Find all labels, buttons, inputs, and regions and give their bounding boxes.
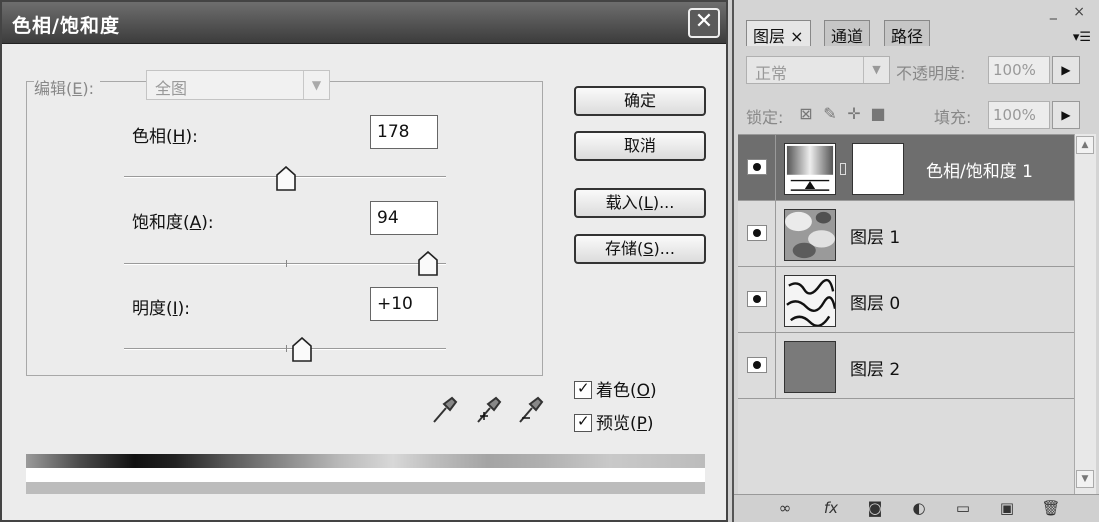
layer-list-scrollbar[interactable]: ▲ ▼ [1074,134,1096,494]
lightness-input[interactable]: +10 [370,287,438,321]
preview-checkbox[interactable]: 预览(P) [574,409,654,434]
edit-select-value: 全图 [155,79,188,98]
saturation-slider-track[interactable] [124,260,446,267]
saturation-input[interactable]: 94 [370,201,438,235]
chain-link-icon[interactable] [840,163,846,175]
layer-name: 图层 2 [850,360,901,380]
layer-row[interactable]: 图层 1 [738,201,1074,267]
load-button[interactable]: 载入(L)... [574,188,706,218]
blend-mode-select[interactable]: 正常 ▼ [746,56,890,84]
input-color-bar [26,454,705,468]
panel-menu-icon[interactable]: ▾☰ [1073,30,1091,45]
checkbox-checked-icon [574,412,592,432]
layer-row[interactable]: 图层 2 [738,333,1074,399]
lock-all-icon[interactable]: ■ [868,104,888,124]
eye-icon [747,159,767,175]
tab-paths[interactable]: 路径 [884,20,931,46]
fill-arrow-icon[interactable]: ▶ [1052,101,1080,129]
eye-icon [747,225,767,241]
layer-thumbnail [784,341,836,393]
layer-thumbnail [784,209,836,261]
eye-icon [747,357,767,373]
chevron-down-icon: ▼ [303,71,329,99]
eye-icon [747,291,767,307]
adjustment-thumbnail [784,143,836,195]
dialog-titlebar[interactable]: 色相/饱和度 ✕ [2,2,726,44]
scroll-up-icon[interactable]: ▲ [1076,136,1094,154]
saturation-label: 饱和度(A): [132,213,214,233]
adjustment-groupbox [26,81,543,376]
opacity-label: 不透明度: [896,64,966,83]
lock-transparency-icon[interactable]: ⊠ [796,104,816,124]
trash-icon[interactable]: 🗑 [1040,499,1062,519]
saturation-slider-thumb[interactable] [417,251,439,277]
folder-icon[interactable]: ▭ [952,499,974,519]
layer-name: 色相/饱和度 1 [926,162,1033,182]
fill-input[interactable]: 100% [988,101,1050,129]
ok-button[interactable]: 确定 [574,86,706,116]
lightness-slider-thumb[interactable] [291,337,313,363]
opacity-input[interactable]: 100% [988,56,1050,84]
layer-name: 图层 1 [850,228,901,248]
visibility-toggle[interactable] [738,333,776,399]
save-button[interactable]: 存储(S)... [574,234,706,264]
bar-separator [26,468,705,482]
layer-thumbnail [784,275,836,327]
slider-tick [286,345,287,352]
dialog-title: 色相/饱和度 [12,15,120,37]
checkbox-checked-icon [574,379,592,399]
tab-layers[interactable]: 图层 × [746,20,811,46]
chevron-down-icon: ▼ [863,57,889,83]
layers-bottom-toolbar: ∞ fx ◙ ◐ ▭ ▣ 🗑 [734,494,1099,522]
layer-row[interactable]: 色相/饱和度 1 [738,135,1074,201]
opacity-arrow-icon[interactable]: ▶ [1052,56,1080,84]
hue-saturation-dialog: 色相/饱和度 ✕ 编辑(E): 全图 ▼ 色相(H): 178 饱和度(A): … [0,0,728,522]
mask-icon[interactable]: ◙ [864,499,886,519]
hue-input[interactable]: 178 [370,115,438,149]
lock-brush-icon[interactable]: ✎ [820,104,840,124]
lightness-slider-track[interactable] [124,345,446,352]
blend-mode-value: 正常 [755,64,788,83]
new-layer-icon[interactable]: ▣ [996,499,1018,519]
edit-label: 编辑(E): [34,75,100,99]
output-color-bar [26,482,705,494]
fill-label: 填充: [934,108,972,127]
layer-mask-thumbnail[interactable] [852,143,904,195]
hue-label: 色相(H): [132,127,198,147]
lock-label: 锁定: [746,108,784,127]
layer-name: 图层 0 [850,294,901,314]
layer-row[interactable]: 图层 0 [738,267,1074,333]
fx-icon[interactable]: fx [820,499,842,519]
adjustment-icon[interactable]: ◐ [908,499,930,519]
layers-panel: _ × 图层 × 通道 路径 ▾☰ 正常 ▼ 不透明度: 100% ▶ 锁定: … [732,0,1099,522]
visibility-toggle[interactable] [738,135,776,201]
tab-channels[interactable]: 通道 [824,20,871,46]
colorize-checkbox[interactable]: 着色(O) [574,376,657,401]
layer-list: 色相/饱和度 1 图层 1 图层 0 图层 2 [738,134,1074,494]
link-icon[interactable]: ∞ [774,499,796,519]
eyedropper-add-icon[interactable] [474,396,502,426]
visibility-toggle[interactable] [738,267,776,333]
lock-move-icon[interactable]: ✛ [844,104,864,124]
cancel-button[interactable]: 取消 [574,131,706,161]
edit-select[interactable]: 全图 ▼ [146,70,330,100]
eyedropper-subtract-icon[interactable] [516,396,544,426]
slider-tick [286,260,287,267]
hue-slider-thumb[interactable] [275,166,297,192]
scroll-down-icon[interactable]: ▼ [1076,470,1094,488]
lightness-label: 明度(I): [132,299,191,319]
visibility-toggle[interactable] [738,201,776,267]
eyedropper-icon[interactable] [430,396,458,426]
panel-window-controls[interactable]: _ × [1050,4,1091,20]
close-button[interactable]: ✕ [688,8,720,38]
